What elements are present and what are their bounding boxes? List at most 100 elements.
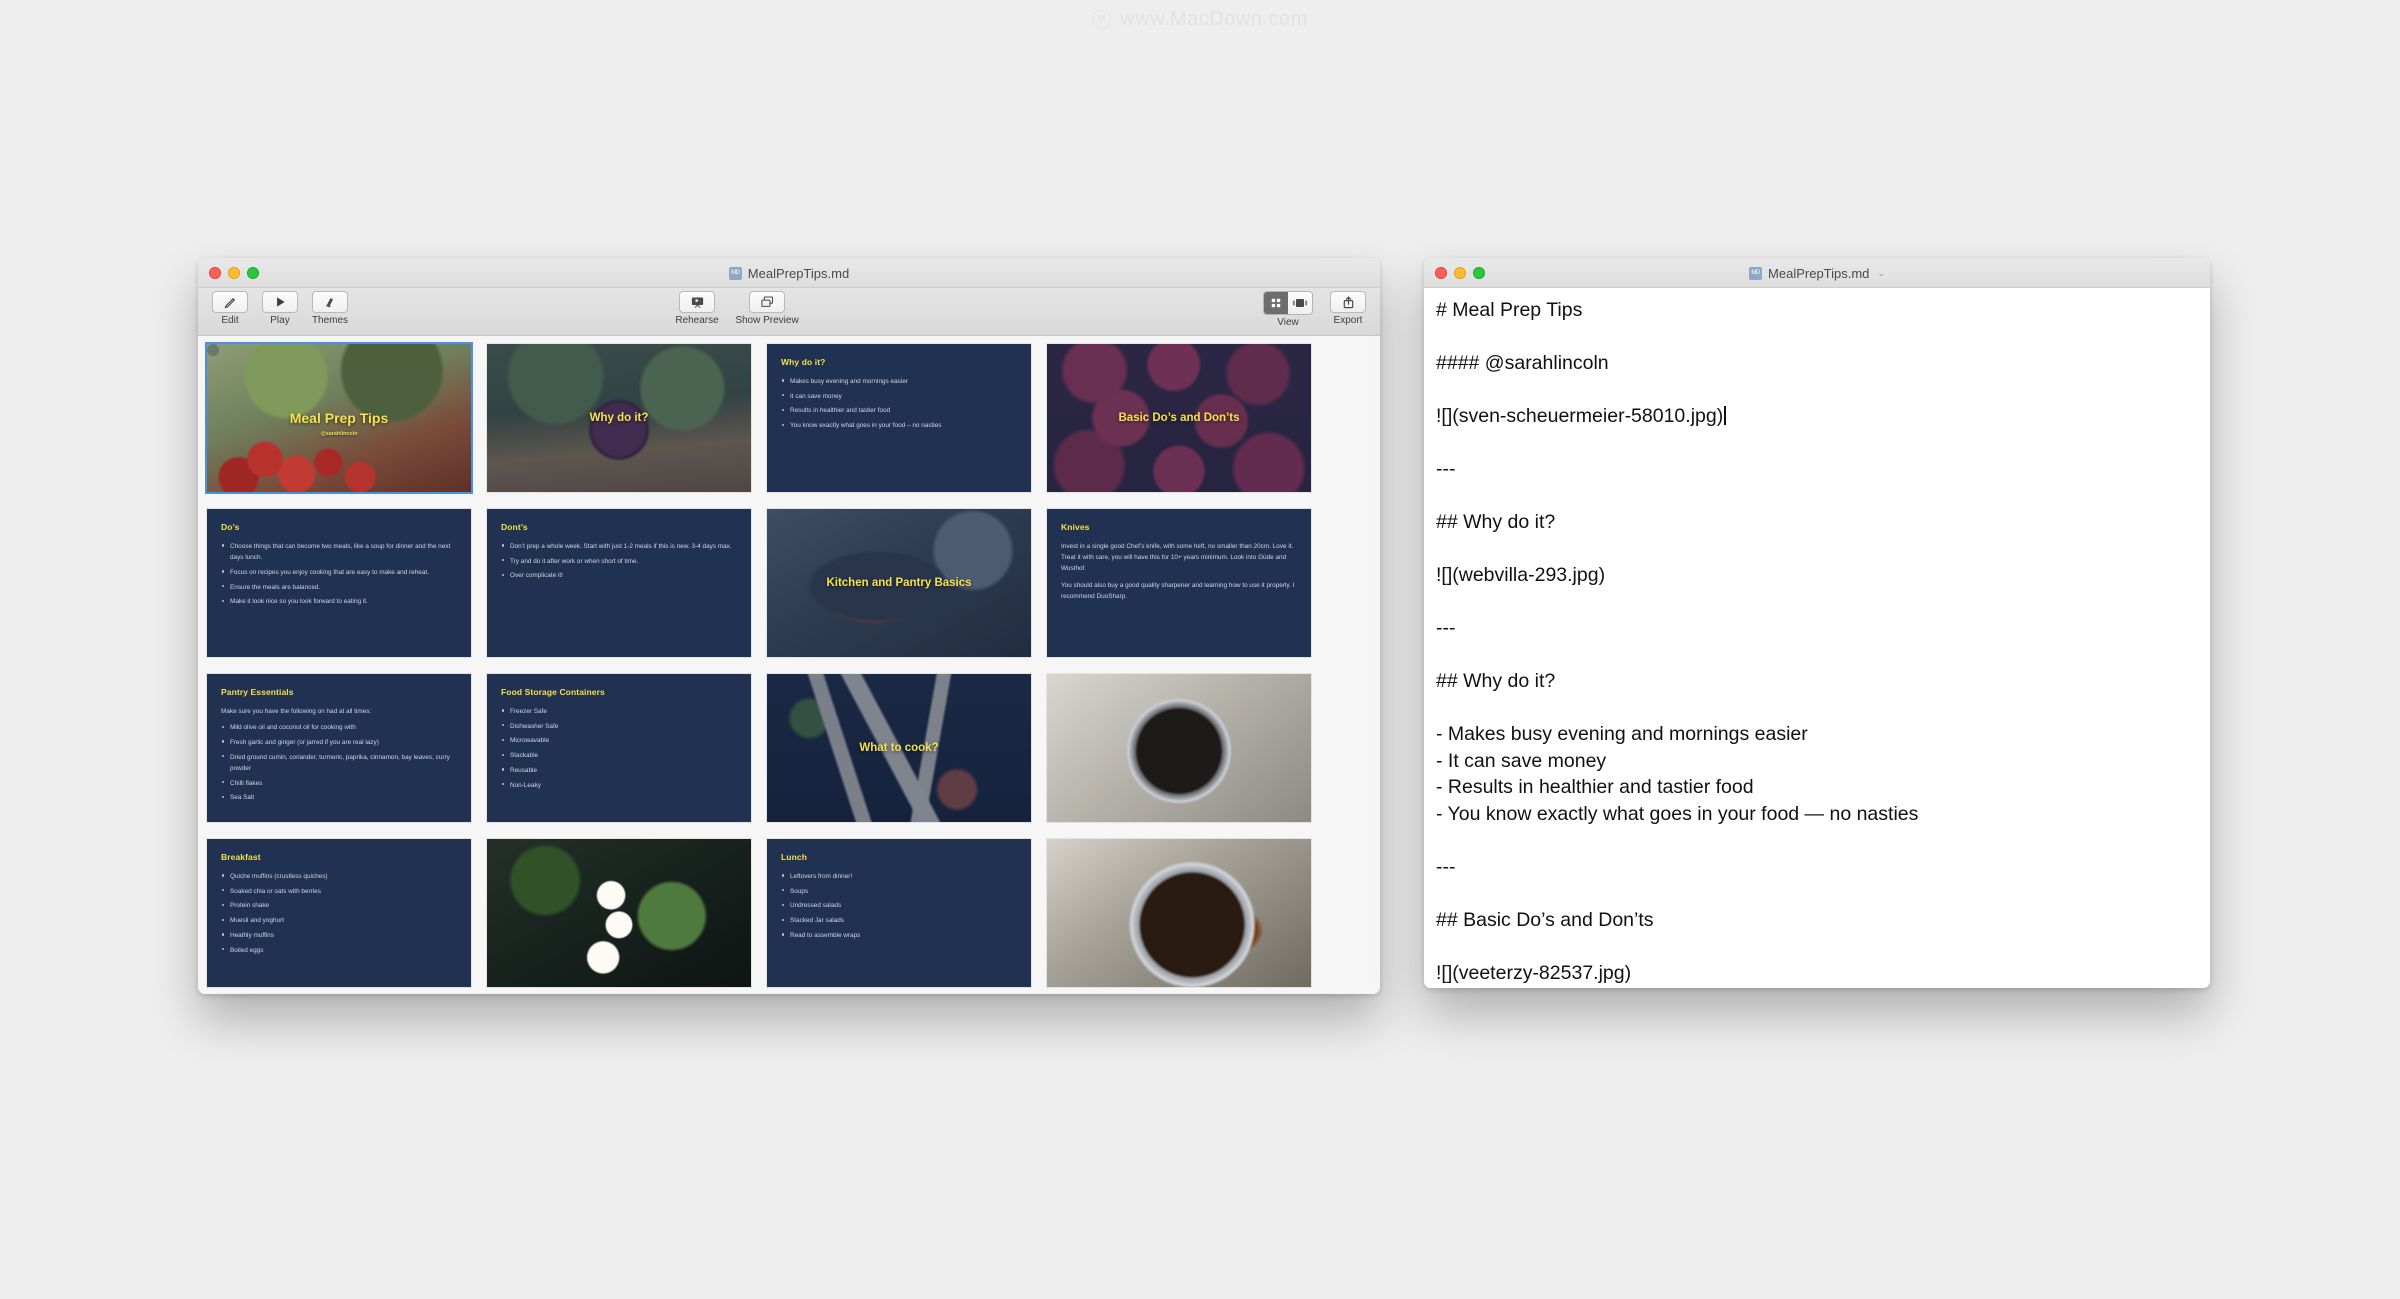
themes-label: Themes bbox=[312, 315, 348, 326]
slide-thumbnail[interactable]: Dont’s Don’t prep a whole week. Start wi… bbox=[487, 509, 751, 657]
slide-body: Freezer Safe Dishwasher Safe Microwavabl… bbox=[501, 706, 737, 791]
rehearse-button[interactable]: Rehearse bbox=[666, 291, 728, 326]
export-share-icon bbox=[1330, 291, 1366, 313]
slide-tint bbox=[207, 344, 219, 356]
deckset-window[interactable]: MD MealPrepTips.md Edit Play T bbox=[198, 258, 1380, 994]
slide-thumbnail[interactable]: Lunch Leftovers from dinner! Soups Undre… bbox=[767, 839, 1031, 987]
slide-grid-canvas[interactable]: Meal Prep Tips @sarahlincoln Why do it? … bbox=[198, 337, 1380, 994]
slide-bullet: Undressed salads bbox=[781, 900, 1017, 911]
slide-title: Pantry Essentials bbox=[221, 687, 457, 697]
slide-title: Lunch bbox=[781, 852, 1017, 862]
slide-thumbnail[interactable]: Food Storage Containers Freezer Safe Dis… bbox=[487, 674, 751, 822]
slide-thumbnail[interactable]: Why do it? Makes busy evening and mornin… bbox=[767, 344, 1031, 492]
slide-bullet: Quiche muffins (crustless quiches) bbox=[221, 871, 457, 882]
slide-title: Do’s bbox=[221, 522, 457, 532]
slide-bullet: Choose things that can become two meals,… bbox=[221, 541, 457, 563]
markdown-text-after-caret: --- ## Why do it? ![](webvilla-293.jpg) … bbox=[1436, 458, 1918, 984]
text-caret bbox=[1724, 406, 1726, 425]
macdown-logo-icon: M bbox=[1092, 10, 1111, 29]
slide-grid: Meal Prep Tips @sarahlincoln Why do it? … bbox=[207, 344, 1371, 987]
deck-titlebar[interactable]: MD MealPrepTips.md bbox=[198, 258, 1380, 288]
edit-label: Edit bbox=[221, 315, 238, 326]
slide-thumbnail[interactable] bbox=[487, 839, 751, 987]
berry-yoghurt-bowl-photo bbox=[1047, 674, 1311, 822]
slide-bullet: Heathly muffins bbox=[221, 930, 457, 941]
deck-toolbar[interactable]: Edit Play Themes Rehearse bbox=[198, 288, 1380, 336]
view-label: View bbox=[1277, 317, 1299, 328]
slide-thumbnail[interactable]: Kitchen and Pantry Basics bbox=[767, 509, 1031, 657]
watermark-text: www.MacDown.com bbox=[1120, 8, 1308, 31]
slide-bullet: Soups bbox=[781, 886, 1017, 897]
slide-thumbnail[interactable]: Knives Invest in a single good Chef’s kn… bbox=[1047, 509, 1311, 657]
markdown-text-before-caret: # Meal Prep Tips #### @sarahlincoln ![](… bbox=[1436, 299, 1723, 427]
markdown-text-editor[interactable]: # Meal Prep Tips #### @sarahlincoln ![](… bbox=[1424, 288, 2210, 988]
slide-title: Why do it? bbox=[487, 412, 751, 424]
slide-bullet: Try and do it after work or when short o… bbox=[501, 556, 737, 567]
slide-bullet: Stacked Jar salads bbox=[781, 915, 1017, 926]
macdown-editor-window[interactable]: MD MealPrepTips.md ⌄ # Meal Prep Tips ##… bbox=[1424, 258, 2210, 988]
edit-button[interactable]: Edit bbox=[209, 291, 251, 326]
toolbar-group-left[interactable]: Edit Play Themes bbox=[209, 291, 351, 326]
slide-bullet: Reusable bbox=[501, 765, 737, 776]
play-button[interactable]: Play bbox=[259, 291, 301, 326]
show-preview-button[interactable]: Show Preview bbox=[736, 291, 798, 326]
slide-thumbnail[interactable]: Do’s Choose things that can become two m… bbox=[207, 509, 471, 657]
md-titlebar[interactable]: MD MealPrepTips.md ⌄ bbox=[1424, 258, 2210, 288]
slide-bullet: Don’t prep a whole week. Start with just… bbox=[501, 541, 737, 552]
slide-bullet: Dried ground cumin, coriander, turmeric,… bbox=[221, 752, 457, 774]
slide-title: What to cook? bbox=[767, 742, 1031, 754]
slide-paragraph: Make sure you have the following on had … bbox=[221, 706, 457, 717]
slide-bullet: Leftovers from dinner! bbox=[781, 871, 1017, 882]
chevron-down-icon[interactable]: ⌄ bbox=[1877, 268, 1885, 279]
slide-bullet: It can save money bbox=[781, 391, 1017, 402]
pencil-icon bbox=[212, 291, 248, 313]
single-slide-icon[interactable] bbox=[1288, 292, 1312, 314]
slide-bullet: Mild olive oil and coconut oil for cooki… bbox=[221, 722, 457, 733]
grid-view-icon[interactable] bbox=[1264, 292, 1288, 314]
slide-body: Leftovers from dinner! Soups Undressed s… bbox=[781, 871, 1017, 941]
slide-bullet: Soaked chia or oats with berries bbox=[221, 886, 457, 897]
slide-title: Basic Do’s and Don’ts bbox=[1047, 412, 1311, 424]
deck-window-title: MD MealPrepTips.md bbox=[198, 258, 1380, 288]
slide-bullet: Microwavable bbox=[501, 735, 737, 746]
slide-title: Kitchen and Pantry Basics bbox=[767, 577, 1031, 589]
toolbar-group-center[interactable]: Rehearse Show Preview bbox=[666, 291, 798, 326]
braised-meat-bowl-photo bbox=[1047, 839, 1311, 987]
view-toggle[interactable]: View bbox=[1257, 291, 1319, 328]
markdown-doc-icon: MD bbox=[1749, 267, 1762, 280]
slide-bullet: Over complicate it! bbox=[501, 570, 737, 581]
slide-title: Food Storage Containers bbox=[501, 687, 737, 697]
slide-thumbnail[interactable] bbox=[1047, 839, 1311, 987]
slide-bullet: Dishwasher Safe bbox=[501, 721, 737, 732]
md-window-title: MD MealPrepTips.md ⌄ bbox=[1424, 258, 2210, 288]
export-label: Export bbox=[1334, 315, 1363, 326]
slide-body: Quiche muffins (crustless quiches) Soake… bbox=[221, 871, 457, 956]
slide-bullet: Results in healthier and tastier food bbox=[781, 405, 1017, 416]
slide-bullet: Muesli and yoghurt bbox=[221, 915, 457, 926]
slide-thumbnail[interactable]: Why do it? bbox=[487, 344, 751, 492]
slide-bullet: Chilli flakes bbox=[221, 778, 457, 789]
toolbar-group-right[interactable]: View Export bbox=[1257, 291, 1369, 328]
slide-thumbnail[interactable] bbox=[1047, 674, 1311, 822]
slide-title: Knives bbox=[1061, 522, 1297, 532]
export-button[interactable]: Export bbox=[1327, 291, 1369, 328]
deck-title-text: MealPrepTips.md bbox=[748, 266, 849, 281]
slide-thumbnail[interactable]: What to cook? bbox=[767, 674, 1031, 822]
slide-title: Breakfast bbox=[221, 852, 457, 862]
slide-thumbnail[interactable]: Pantry Essentials Make sure you have the… bbox=[207, 674, 471, 822]
markdown-doc-icon: MD bbox=[729, 267, 742, 280]
slide-bullet: Focus on recipes you enjoy cooking that … bbox=[221, 567, 457, 578]
preview-windows-icon bbox=[749, 291, 785, 313]
view-segmented-control[interactable] bbox=[1263, 291, 1313, 315]
themes-icon bbox=[312, 291, 348, 313]
slide-title: Why do it? bbox=[781, 357, 1017, 367]
themes-button[interactable]: Themes bbox=[309, 291, 351, 326]
slide-bullet: Non-Leaky bbox=[501, 780, 737, 791]
slide-thumbnail[interactable]: Breakfast Quiche muffins (crustless quic… bbox=[207, 839, 471, 987]
macdown-watermark: M www.MacDown.com bbox=[0, 8, 2400, 31]
slide-thumbnail[interactable]: Basic Do’s and Don’ts bbox=[1047, 344, 1311, 492]
slide-body: Makes busy evening and mornings easier I… bbox=[781, 376, 1017, 431]
slide-thumbnail[interactable]: Meal Prep Tips @sarahlincoln bbox=[207, 344, 471, 492]
slide-bullet: Boiled eggs bbox=[221, 945, 457, 956]
play-label: Play bbox=[270, 315, 289, 326]
